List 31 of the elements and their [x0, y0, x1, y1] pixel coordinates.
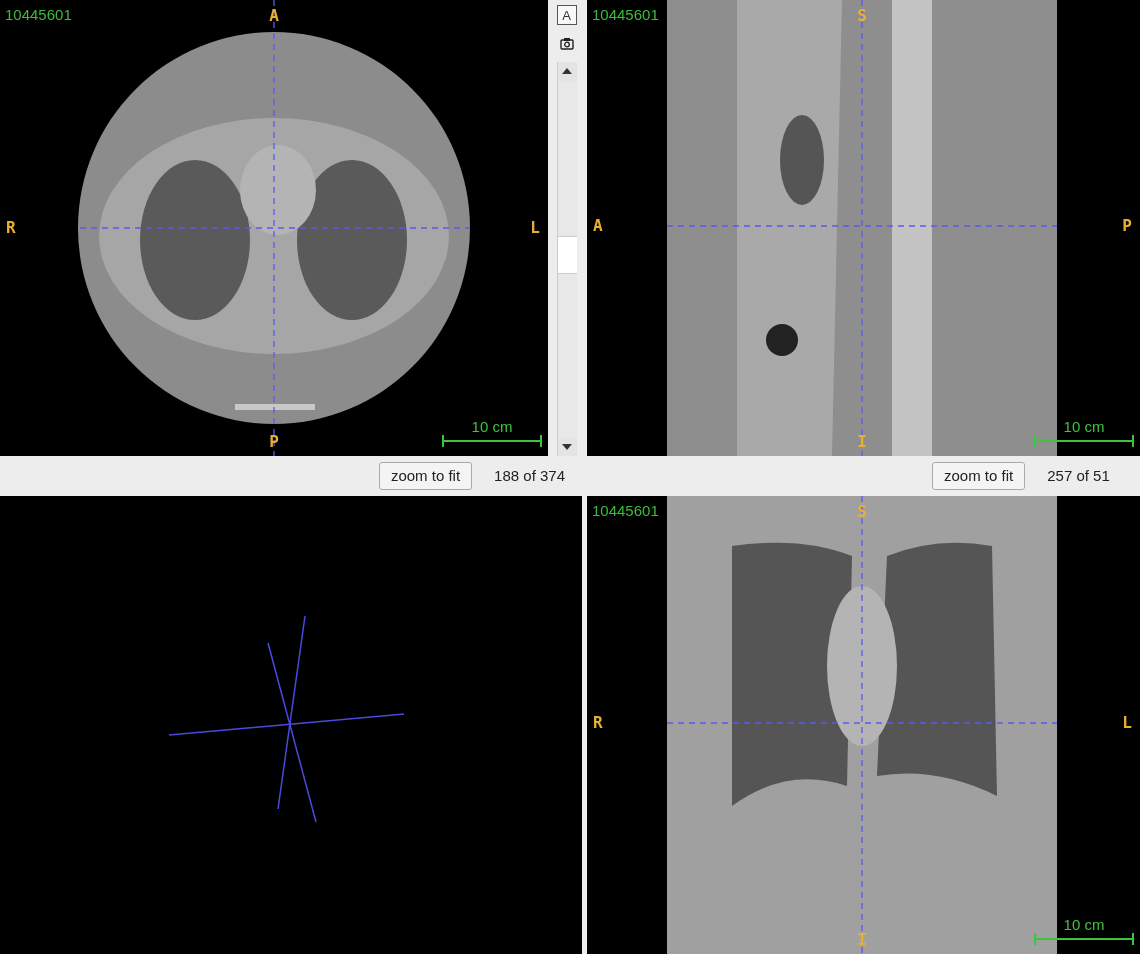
scale-label: 10 cm — [470, 419, 514, 434]
zoom-to-fit-button[interactable]: zoom to fit — [378, 462, 473, 490]
sagittal-viewport[interactable]: 10445601 S I A P 10 cm — [587, 0, 1140, 456]
orientation-label: A — [269, 8, 279, 24]
slice-counter: 188 of 374 — [494, 465, 565, 486]
patient-id: 10445601 — [592, 7, 659, 22]
orientation-label: P — [1122, 218, 1132, 234]
patient-id: 10445601 — [592, 503, 659, 518]
orientation-label: S — [857, 504, 867, 520]
vertical-scrollbar[interactable] — [556, 62, 577, 456]
orientation-label: L — [530, 220, 540, 236]
coronal-viewport[interactable]: 10445601 S I R L 10 cm — [587, 496, 1140, 954]
orientation-label: I — [857, 434, 867, 450]
orientation-label: A — [593, 218, 603, 234]
camera-icon[interactable] — [559, 37, 574, 50]
scale-label: 10 cm — [1062, 917, 1106, 932]
scroll-up-icon[interactable] — [562, 68, 572, 74]
orientation-label: P — [269, 434, 279, 450]
axial-viewport[interactable]: 10445601 A P R L 10 cm — [0, 0, 548, 456]
orientation-label: S — [857, 8, 867, 24]
orientation-label: L — [1122, 715, 1132, 731]
scroll-down-icon[interactable] — [562, 444, 572, 450]
orientation-label: I — [857, 932, 867, 948]
orientation-label: R — [593, 715, 603, 731]
orientation-label: R — [6, 220, 16, 236]
patient-id: 10445601 — [5, 7, 72, 22]
zoom-to-fit-button[interactable]: zoom to fit — [932, 462, 1026, 490]
scale-label: 10 cm — [1062, 419, 1106, 434]
slice-counter: 257 of 51 — [1047, 465, 1110, 486]
annotation-toggle-button[interactable]: A — [556, 5, 577, 25]
scrollbar-thumb[interactable] — [557, 236, 577, 274]
